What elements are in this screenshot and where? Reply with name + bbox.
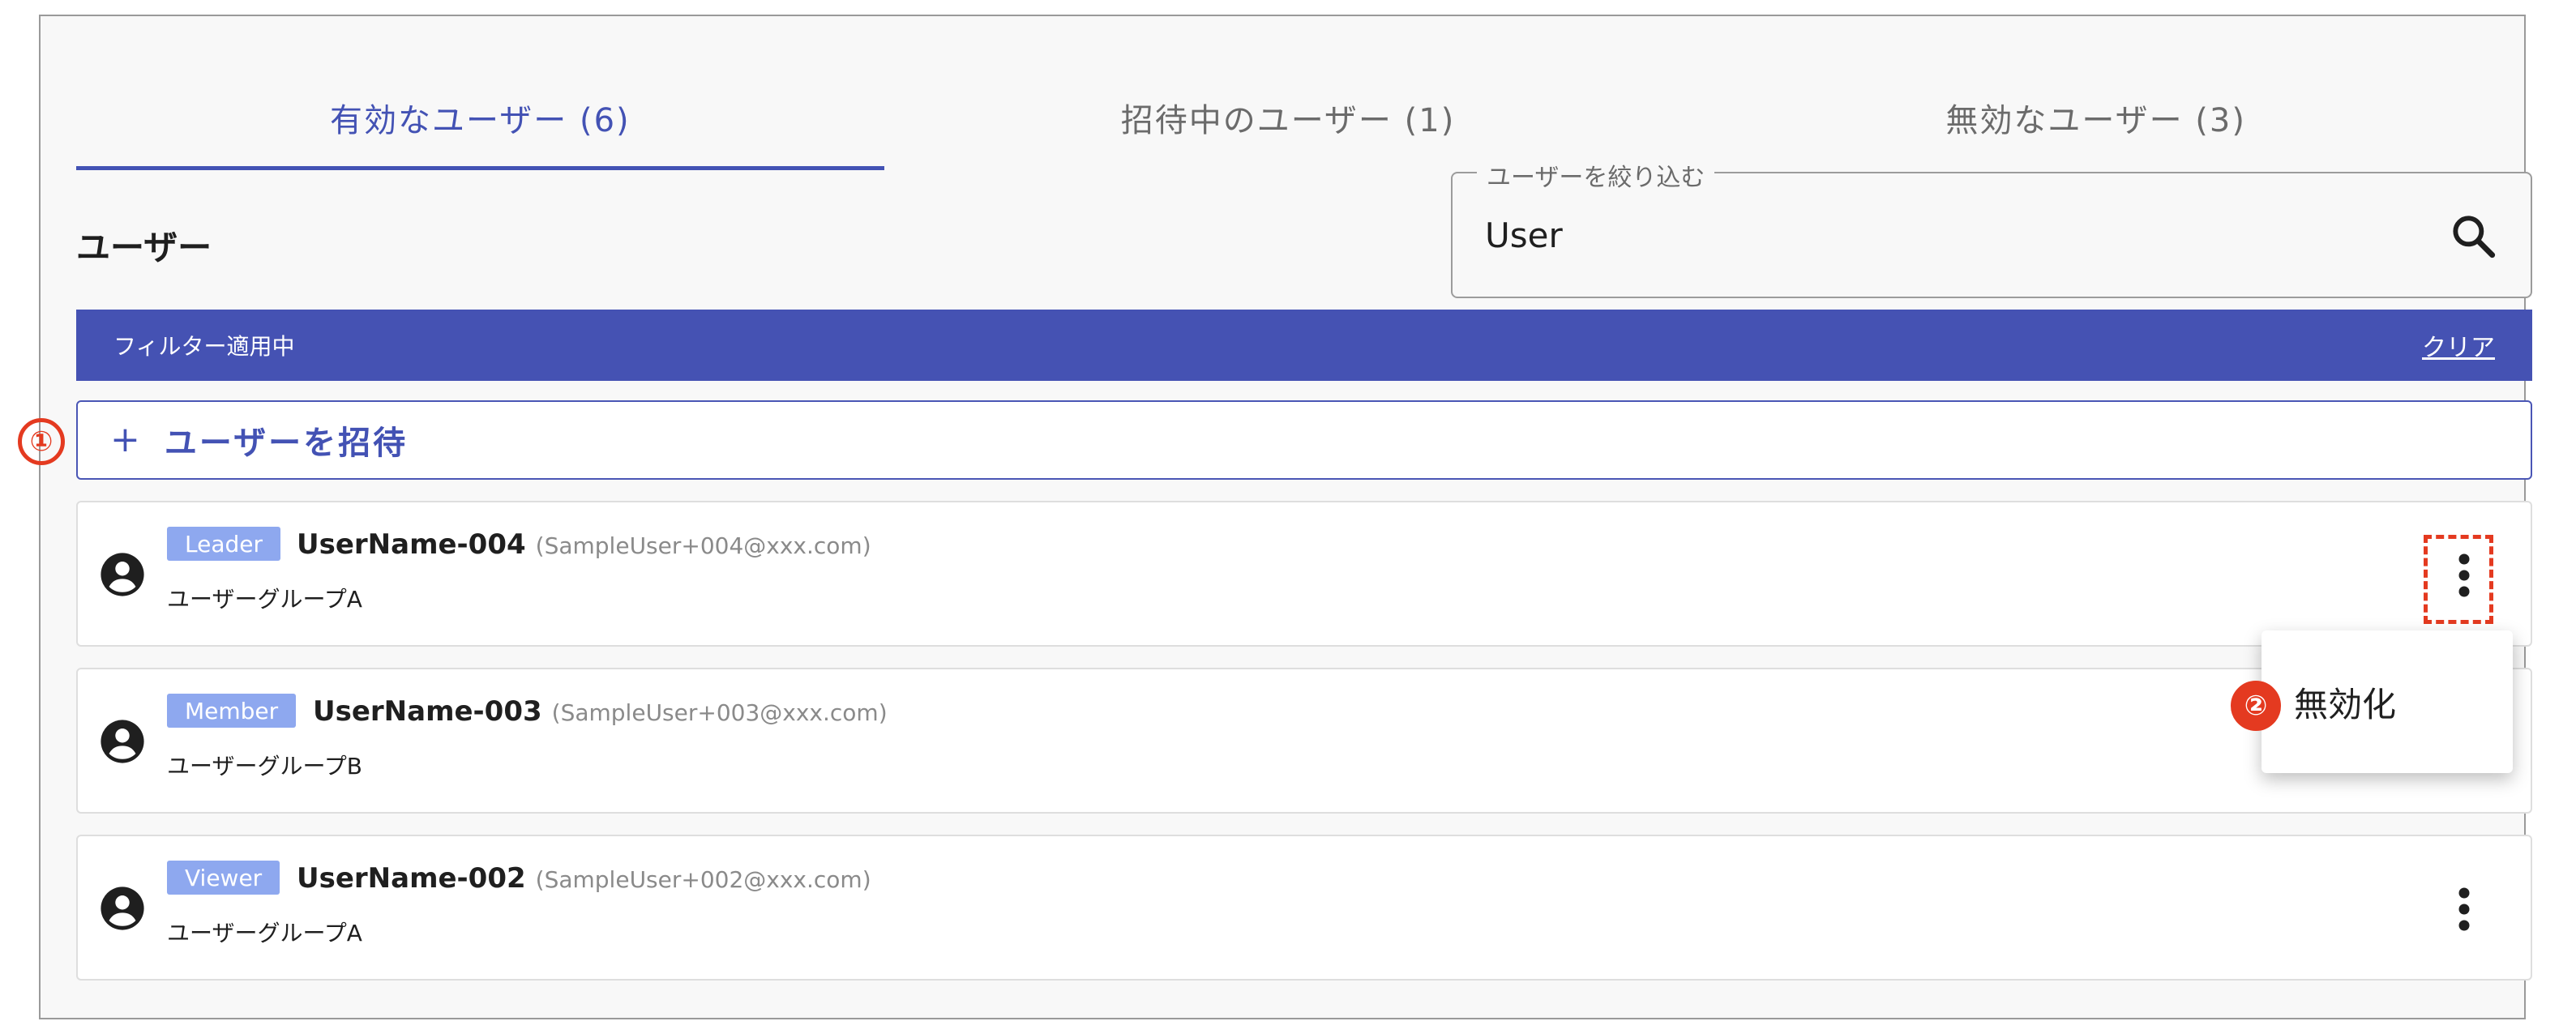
- user-name: UserName-004: [297, 528, 526, 561]
- tab-disabled-users[interactable]: 無効なユーザー (3): [1692, 65, 2500, 170]
- search-icon[interactable]: [2448, 211, 2500, 263]
- invite-user-button[interactable]: + ユーザーを招待: [76, 400, 2532, 480]
- kebab-highlight-box: [2424, 535, 2493, 624]
- more-vert-icon[interactable]: [2454, 885, 2474, 934]
- user-name: UserName-003: [313, 695, 542, 728]
- user-group: ユーザーグループA: [167, 920, 362, 946]
- filter-active-bar: フィルター適用中 クリア: [76, 310, 2532, 381]
- user-group: ユーザーグループB: [167, 753, 362, 780]
- plus-icon: +: [110, 419, 140, 460]
- user-row: Member UserName-003 (SampleUser+003@xxx.…: [76, 668, 2532, 814]
- menu-item-disable-label: 無効化: [2294, 684, 2397, 724]
- tab-invited-users[interactable]: 招待中のユーザー (1): [884, 65, 1692, 170]
- user-row: Viewer UserName-002 (SampleUser+002@xxx.…: [76, 835, 2532, 981]
- invite-user-label: ユーザーを招待: [164, 425, 409, 462]
- user-row: Leader UserName-004 (SampleUser+004@xxx.…: [76, 501, 2532, 647]
- search-label: ユーザーを絞り込む: [1477, 157, 1715, 193]
- account-circle-icon: [101, 720, 144, 763]
- filter-clear-link[interactable]: クリア: [2422, 327, 2495, 363]
- tab-active-users[interactable]: 有効なユーザー (6): [76, 65, 884, 170]
- user-email: (SampleUser+002@xxx.com): [535, 866, 871, 893]
- role-badge: Viewer: [167, 861, 280, 895]
- user-identity: UserName-002 (SampleUser+002@xxx.com): [297, 862, 871, 895]
- user-identity: UserName-004 (SampleUser+004@xxx.com): [297, 528, 871, 561]
- user-action-menu: 無効化: [2261, 630, 2513, 773]
- annotation-marker-2: ②: [2231, 681, 2281, 731]
- user-tabs: 有効なユーザー (6) 招待中のユーザー (1) 無効なユーザー (3): [76, 65, 2500, 170]
- search-input[interactable]: [1485, 206, 2441, 264]
- user-email: (SampleUser+004@xxx.com): [535, 532, 871, 559]
- user-group: ユーザーグループA: [167, 586, 362, 613]
- user-management-panel: 有効なユーザー (6) 招待中のユーザー (1) 無効なユーザー (3) ユーザ…: [39, 15, 2532, 1019]
- menu-item-disable[interactable]: 無効化: [2261, 630, 2513, 773]
- user-email: (SampleUser+003@xxx.com): [551, 699, 888, 726]
- role-badge: Member: [167, 694, 297, 728]
- annotation-marker-1: ①: [18, 418, 65, 465]
- filter-active-label: フィルター適用中: [113, 333, 295, 360]
- account-circle-icon: [101, 887, 144, 930]
- search-field[interactable]: ユーザーを絞り込む: [1451, 157, 2532, 298]
- user-name: UserName-002: [297, 862, 526, 895]
- role-badge: Leader: [167, 527, 281, 561]
- user-identity: UserName-003 (SampleUser+003@xxx.com): [313, 695, 888, 728]
- account-circle-icon: [101, 553, 144, 596]
- section-title: ユーザー: [76, 228, 212, 267]
